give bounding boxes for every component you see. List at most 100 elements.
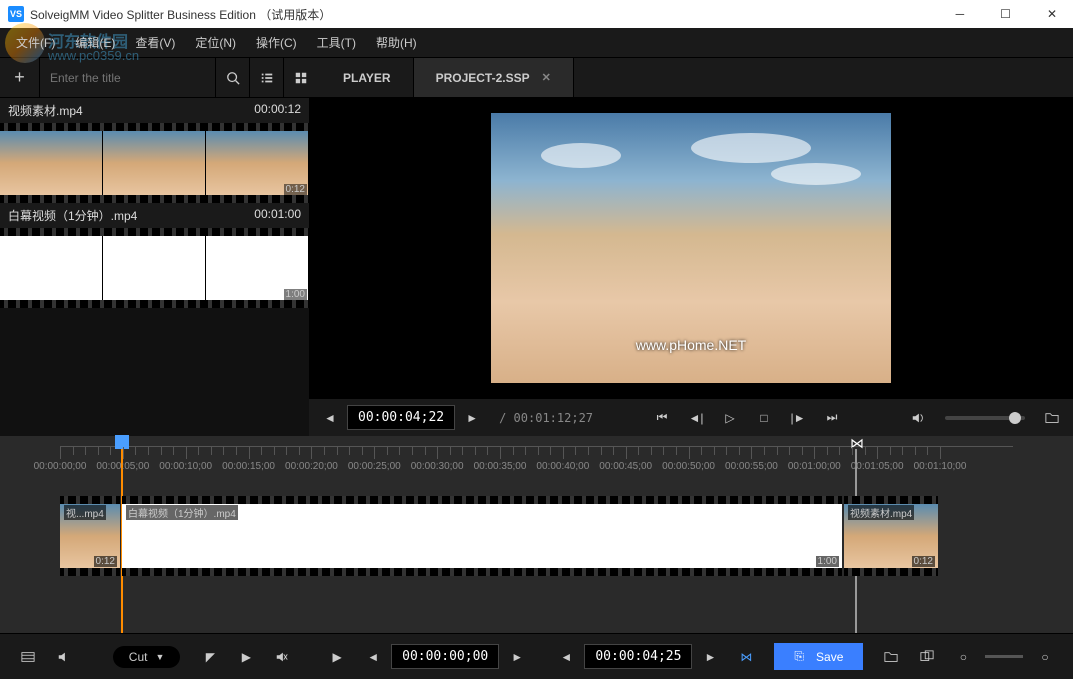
- tick: [563, 447, 564, 459]
- play-selection-button[interactable]: ▶: [321, 642, 353, 672]
- save-button[interactable]: ⎘Save: [774, 643, 863, 670]
- clip-name: 视频素材.mp4: [8, 102, 83, 119]
- tick: [940, 447, 941, 459]
- stop-button[interactable]: □: [747, 403, 781, 433]
- app-icon: VS: [8, 6, 24, 22]
- audio-button[interactable]: [48, 642, 80, 672]
- add-button[interactable]: +: [0, 58, 40, 97]
- grid-view-button[interactable]: [283, 58, 317, 97]
- time-in[interactable]: 00:00:00;00: [391, 644, 499, 669]
- minimize-button[interactable]: ─: [948, 5, 973, 23]
- volume-slider[interactable]: [945, 416, 1025, 420]
- menu-action[interactable]: 操作(C): [246, 30, 307, 55]
- prev-frame-button[interactable]: ◄: [313, 403, 347, 433]
- clip-item[interactable]: 视频素材.mp400:00:12 0:12: [0, 98, 309, 203]
- tick: [123, 447, 124, 459]
- zoom-slider[interactable]: [985, 655, 1023, 658]
- step-forward-button[interactable]: |►: [781, 403, 815, 433]
- tick-label: 00:00:00;00: [34, 461, 87, 472]
- tick: [751, 447, 752, 459]
- current-time[interactable]: 00:00:04;22: [347, 405, 455, 430]
- close-button[interactable]: ✕: [1039, 5, 1065, 23]
- timeline-clip[interactable]: 白幕视频（1分钟）.mp41:00: [122, 496, 842, 576]
- speaker-icon: [57, 650, 71, 664]
- tick-label: 00:01:10;00: [914, 461, 967, 472]
- speaker-icon: [911, 411, 925, 425]
- total-time: / 00:01:12;27: [499, 411, 593, 425]
- tick-label: 00:00:15;00: [222, 461, 275, 472]
- mute-icon: [275, 650, 289, 664]
- next-frame-button[interactable]: ►: [455, 403, 489, 433]
- clip-item[interactable]: 白幕视频（1分钟）.mp400:01:00 1:00: [0, 203, 309, 308]
- marker-out-button[interactable]: ▶: [230, 642, 262, 672]
- timeline: ⋈ 00:00:00;0000:00:05;0000:00:10;0000:00…: [0, 436, 1073, 606]
- tick-label: 00:00:35;00: [474, 461, 527, 472]
- window-title: SolveigMM Video Splitter Business Editio…: [30, 6, 331, 23]
- jump-marker-button[interactable]: ⋈: [730, 642, 762, 672]
- tick: [311, 447, 312, 459]
- media-sidebar: 视频素材.mp400:00:12 0:12 白幕视频（1分钟）.mp400:01…: [0, 98, 309, 436]
- play-button[interactable]: ▷: [713, 403, 747, 433]
- timeline-ruler[interactable]: ⋈ 00:00:00;0000:00:05;0000:00:10;0000:00…: [60, 446, 1013, 486]
- tick-label: 00:00:10;00: [159, 461, 212, 472]
- video-watermark: www.pHome.NET: [636, 337, 746, 353]
- layout-button[interactable]: [911, 642, 943, 672]
- prev2-button[interactable]: ◄: [550, 642, 582, 672]
- search-button[interactable]: [215, 58, 249, 97]
- search-input[interactable]: [40, 58, 215, 97]
- next-button[interactable]: ►: [501, 642, 533, 672]
- cut-mode-button[interactable]: Cut▼: [113, 646, 181, 668]
- player-panel: www.pHome.NET ◄ 00:00:04;22 ► / 00:01:12…: [309, 98, 1073, 436]
- skip-end-button[interactable]: ⏭: [815, 403, 849, 433]
- zoom-out-button[interactable]: ○: [947, 642, 979, 672]
- tab-project[interactable]: PROJECT-2.SSP✕: [414, 58, 574, 97]
- menu-tools[interactable]: 工具(T): [307, 30, 366, 55]
- tick-label: 00:00:45;00: [599, 461, 652, 472]
- tick: [437, 447, 438, 459]
- folder-button[interactable]: [1035, 403, 1069, 433]
- menu-view[interactable]: 查看(V): [125, 30, 185, 55]
- list-view-button[interactable]: [249, 58, 283, 97]
- clip-name: 白幕视频（1分钟）.mp4: [8, 207, 137, 224]
- tick: [814, 447, 815, 459]
- grid-icon: [294, 71, 308, 85]
- timeline-clip[interactable]: 视...mp40:12: [60, 496, 120, 576]
- tab-close-icon[interactable]: ✕: [542, 71, 551, 84]
- volume-button[interactable]: [901, 403, 935, 433]
- menu-help[interactable]: 帮助(H): [366, 30, 427, 55]
- menu-edit[interactable]: 编辑(E): [65, 30, 125, 55]
- video-area[interactable]: www.pHome.NET: [309, 98, 1073, 398]
- tick-label: 00:00:50;00: [662, 461, 715, 472]
- player-controls: ◄ 00:00:04;22 ► / 00:01:12;27 ⏮ ◄| ▷ □ |…: [309, 398, 1073, 436]
- tick-label: 00:00:05;00: [96, 461, 149, 472]
- titlebar: VS SolveigMM Video Splitter Business Edi…: [0, 0, 1073, 28]
- clip-thumbnail: 1:00: [0, 228, 309, 308]
- tick: [500, 447, 501, 459]
- folder-icon: [884, 650, 898, 664]
- tick: [877, 447, 878, 459]
- skip-start-button[interactable]: ⏮: [645, 403, 679, 433]
- clip-thumbnail: 0:12: [0, 123, 309, 203]
- zoom-in-button[interactable]: ○: [1029, 642, 1061, 672]
- timeline-tracks[interactable]: 视...mp40:12白幕视频（1分钟）.mp41:00视频素材.mp40:12: [60, 496, 1013, 586]
- tick: [186, 447, 187, 459]
- step-back-button[interactable]: ◄|: [679, 403, 713, 433]
- menu-file[interactable]: 文件(F): [6, 30, 65, 55]
- tick: [60, 447, 61, 459]
- timeline-clip[interactable]: 视频素材.mp40:12: [844, 496, 938, 576]
- marker-in-button[interactable]: ◤: [194, 642, 226, 672]
- search-icon: [226, 71, 240, 85]
- layout-icon: [920, 650, 934, 664]
- tick: [689, 447, 690, 459]
- output-folder-button[interactable]: [875, 642, 907, 672]
- tab-player[interactable]: PLAYER: [321, 58, 414, 97]
- tick: [374, 447, 375, 459]
- timeline-view-button[interactable]: [12, 642, 44, 672]
- mute-button[interactable]: [266, 642, 298, 672]
- menu-navigate[interactable]: 定位(N): [185, 30, 246, 55]
- prev-button[interactable]: ◄: [357, 642, 389, 672]
- time-out[interactable]: 00:00:04;25: [584, 644, 692, 669]
- tick-label: 00:00:30;00: [411, 461, 464, 472]
- maximize-button[interactable]: ☐: [992, 5, 1019, 23]
- next2-button[interactable]: ►: [694, 642, 726, 672]
